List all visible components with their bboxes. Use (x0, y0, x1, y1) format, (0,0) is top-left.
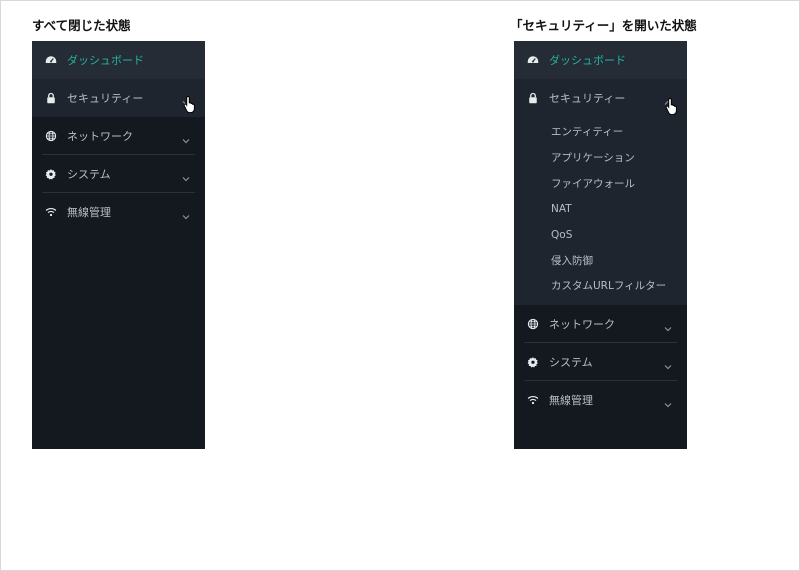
chevron-down-icon[interactable] (663, 357, 673, 370)
sidebar-item-label: セキュリティー (549, 92, 626, 105)
sidebar-item-label: 無線管理 (67, 206, 111, 219)
sidebar-item-dashboard[interactable]: ダッシュボード (514, 41, 687, 79)
sidebar-security-expanded: ダッシュボード セキュリティー エンティティー アプリケーション ファイアウォー… (514, 41, 687, 449)
gear-icon (44, 168, 57, 181)
chevron-down-icon[interactable] (181, 169, 191, 182)
sidebar-item-label: ダッシュボード (549, 54, 626, 67)
caption-security-open: 「セキュリティー」を開いた状態 (510, 18, 697, 33)
sidebar-item-wireless[interactable]: 無線管理 (514, 381, 687, 419)
globe-icon (526, 317, 539, 330)
submenu-item-entity[interactable]: エンティティー (514, 119, 687, 145)
sidebar-item-security[interactable]: セキュリティー (514, 79, 687, 117)
sidebar-item-network[interactable]: ネットワーク (514, 305, 687, 343)
wifi-icon (526, 393, 539, 406)
sidebar-item-label: ダッシュボード (67, 54, 144, 67)
gear-icon (526, 355, 539, 368)
sidebar-item-system[interactable]: システム (514, 343, 687, 381)
sidebar-item-label: ネットワーク (549, 317, 615, 331)
chevron-down-icon[interactable] (181, 207, 191, 220)
sidebar-item-system[interactable]: システム (32, 155, 205, 193)
submenu-item-nat[interactable]: NAT (514, 196, 687, 222)
sidebar-item-label: システム (549, 355, 593, 369)
speedometer-icon (526, 54, 539, 67)
caption-all-closed: すべて閉じた状態 (32, 18, 131, 33)
sidebar-item-label: ネットワーク (67, 130, 133, 143)
lock-icon (526, 92, 539, 105)
sidebar-item-label: セキュリティー (67, 92, 144, 105)
hand-cursor-icon (183, 95, 197, 114)
wifi-icon (44, 206, 57, 219)
submenu-item-firewall[interactable]: ファイアウォール (514, 170, 687, 196)
submenu-item-application[interactable]: アプリケーション (514, 145, 687, 171)
chevron-down-icon[interactable] (663, 319, 673, 332)
sidebar-item-network[interactable]: ネットワーク (32, 117, 205, 155)
submenu-item-intrusion-prevention[interactable]: 侵入防御 (514, 247, 687, 273)
speedometer-icon (44, 54, 57, 67)
submenu-item-qos[interactable]: QoS (514, 222, 687, 248)
globe-icon (44, 130, 57, 143)
submenu-item-custom-url-filter[interactable]: カスタムURLフィルター (514, 273, 687, 299)
sidebar-collapsed: ダッシュボード セキュリティー ネットワーク システム 無線管理 (32, 41, 205, 449)
sidebar-item-security[interactable]: セキュリティー (32, 79, 205, 117)
sidebar-item-label: システム (67, 168, 111, 181)
sidebar-item-dashboard[interactable]: ダッシュボード (32, 41, 205, 79)
chevron-down-icon[interactable] (181, 131, 191, 144)
sidebar-item-label: 無線管理 (549, 393, 593, 407)
sidebar-item-wireless[interactable]: 無線管理 (32, 193, 205, 231)
security-submenu: エンティティー アプリケーション ファイアウォール NAT QoS 侵入防御 カ… (514, 117, 687, 305)
hand-cursor-icon (665, 97, 679, 116)
lock-icon (44, 92, 57, 105)
chevron-down-icon[interactable] (663, 395, 673, 408)
